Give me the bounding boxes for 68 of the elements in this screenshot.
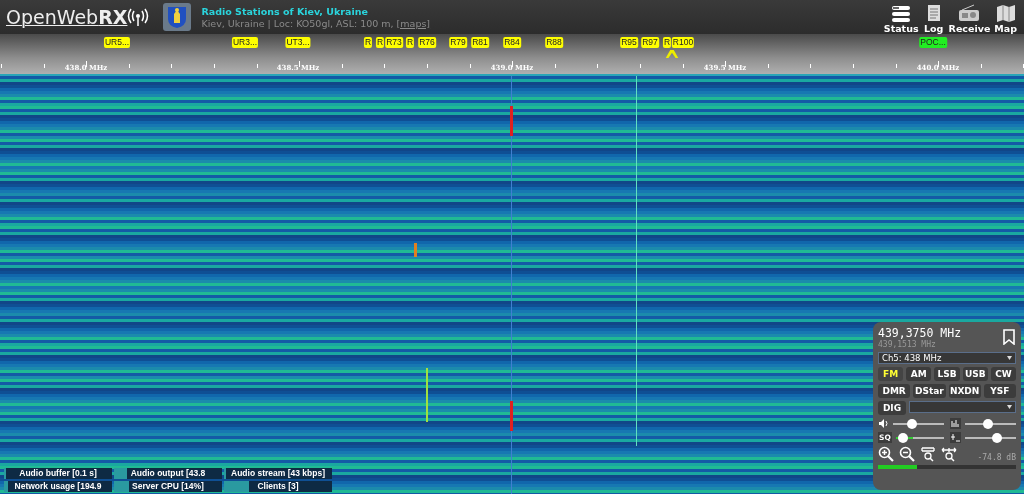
nav-button[interactable]: Receive (947, 4, 992, 34)
bookmark-select[interactable]: Ch5: 438 MHz (878, 352, 1016, 364)
bookmark-tag[interactable]: R76 (418, 37, 436, 48)
mode-button[interactable]: FM (878, 367, 904, 381)
bookmark-tag[interactable]: R88 (545, 37, 563, 48)
maps-link[interactable]: [maps] (396, 17, 431, 29)
noise-slider[interactable] (965, 418, 1016, 429)
app-logo: OpenWebRX (6, 6, 128, 28)
status-meter: Audio output [43.8 (114, 468, 222, 479)
slider-thumb[interactable] (907, 418, 918, 429)
slider-thumb[interactable] (992, 432, 1003, 443)
bookmark-tag[interactable]: UT3... (285, 37, 311, 48)
receiver-location: Kiev, Ukraine | Loc: KO50gl, ASL: 100 m, (201, 17, 394, 29)
mode-button[interactable]: USB (962, 367, 988, 381)
bookmark-tag[interactable]: POC... (919, 37, 947, 48)
zoom-in-icon[interactable] (878, 446, 894, 462)
tuned-frequency[interactable]: 439,3750 MHz (878, 326, 962, 340)
slider-thumb[interactable] (983, 418, 994, 429)
speaker-icon (878, 418, 889, 429)
mode-button[interactable]: YSF (983, 384, 1016, 398)
gain-icon (950, 432, 961, 443)
bookmark-tag[interactable]: R (662, 37, 672, 48)
nav-button[interactable]: Log (921, 4, 946, 34)
receiver-title: Radio Stations of Kiev, Ukraine (201, 5, 369, 17)
status-meter: Network usage [194.9 (4, 481, 112, 492)
status-meter: Clients [3] (224, 481, 332, 492)
status-meter: Audio buffer [0.1 s] (4, 468, 112, 479)
status-meter: Server CPU [14%] (114, 481, 222, 492)
nav-button[interactable]: Map (993, 4, 1018, 34)
radio-waves-icon (127, 7, 150, 27)
nav-button[interactable]: Status (882, 4, 920, 34)
bookmark-tag[interactable]: R73 (385, 37, 403, 48)
bookmark-tag[interactable]: R79 (449, 37, 467, 48)
zoom-width-icon[interactable] (941, 446, 957, 462)
bookmark-tag[interactable]: UR5... (103, 37, 131, 48)
crest-icon (163, 3, 192, 31)
bookmark-tag[interactable]: R (363, 37, 373, 48)
bookmark-tag[interactable]: R84 (503, 37, 521, 48)
zoom-fit-icon[interactable] (920, 446, 936, 462)
signal-reading: -74.8 dB (977, 453, 1016, 462)
bookmark-icon[interactable] (1002, 329, 1016, 345)
status-bars-icon (890, 4, 913, 22)
zoom-out-icon[interactable] (899, 446, 915, 462)
map-icon (994, 4, 1017, 22)
mode-button[interactable]: LSB (934, 367, 960, 381)
offset-frequency: 439,1513 MHz (878, 340, 937, 349)
mode-button[interactable]: DMR (878, 384, 911, 398)
noise-reduction-icon (950, 418, 961, 429)
caret-icon (1007, 356, 1012, 360)
mode-button[interactable]: NXDN (948, 384, 981, 398)
bookmark-tag[interactable]: R97 (641, 37, 659, 48)
radio-icon (958, 4, 981, 22)
volume-slider[interactable] (893, 418, 944, 429)
bookmark-tag[interactable]: UR3... (231, 37, 259, 48)
mode-button[interactable]: CW (990, 367, 1016, 381)
mode-button[interactable]: AM (906, 367, 932, 381)
bookmark-tag[interactable]: R81 (471, 37, 489, 48)
tuning-marker-icon[interactable] (665, 50, 679, 58)
bookmark-tag[interactable]: R100 (671, 37, 695, 48)
bookmark-tag[interactable]: R95 (620, 37, 638, 48)
bookmark-tag[interactable]: R (405, 37, 415, 48)
mode-button[interactable]: DIG (878, 401, 906, 415)
slider-thumb[interactable] (897, 432, 908, 443)
bookmark-tag[interactable]: R (375, 37, 385, 48)
squelch-slider[interactable] (895, 432, 944, 443)
gain-slider[interactable] (965, 432, 1016, 443)
status-meter: Audio stream [43 kbps] (224, 468, 332, 479)
mode-button[interactable]: DStar (913, 384, 946, 398)
